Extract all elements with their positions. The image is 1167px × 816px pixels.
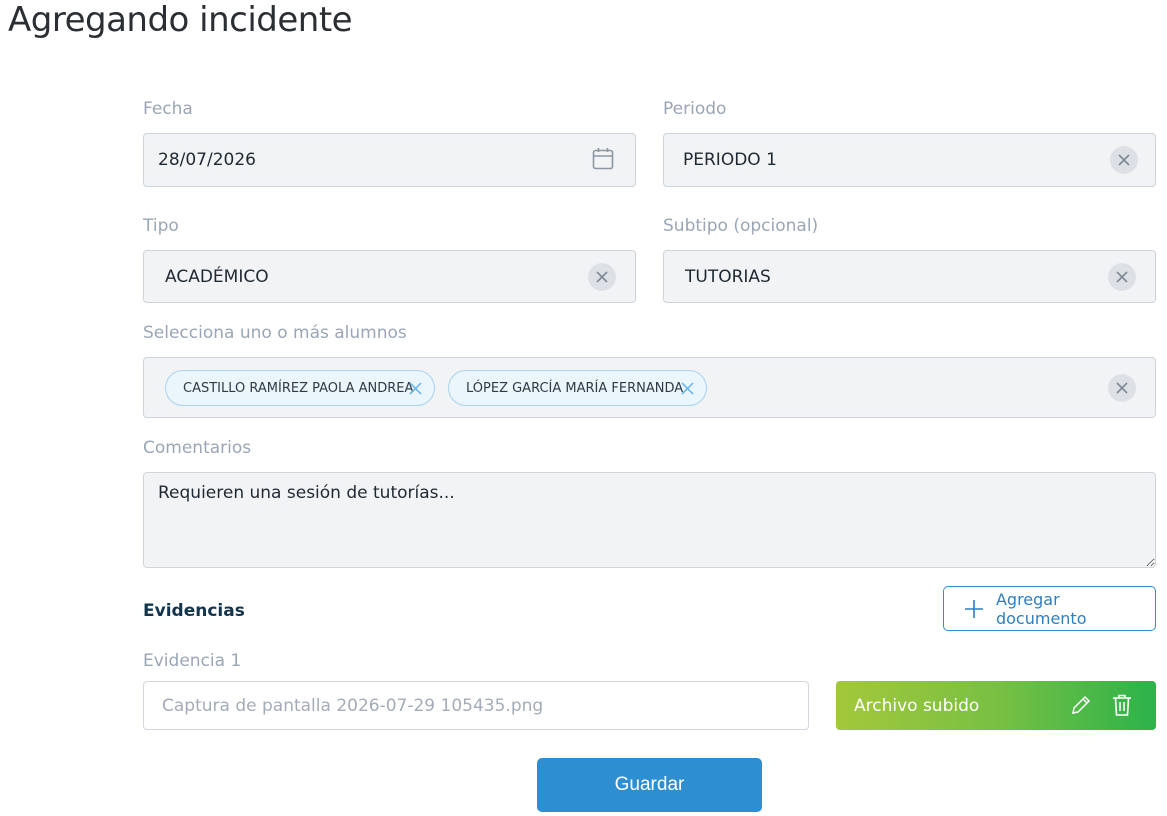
periodo-value: PERIODO 1 — [683, 150, 777, 170]
pencil-icon[interactable] — [1069, 693, 1093, 717]
alumnos-label: Selecciona uno o más alumnos — [143, 323, 407, 343]
tipo-value: ACADÉMICO — [165, 266, 269, 287]
comentarios-textarea[interactable]: Requieren una sesión de tutorías... — [143, 472, 1156, 568]
comentarios-label: Comentarios — [143, 438, 252, 458]
periodo-select[interactable]: PERIODO 1 — [663, 133, 1156, 187]
fecha-field[interactable]: 28/07/2026 — [143, 133, 636, 187]
add-document-button[interactable]: Agregar documento — [943, 586, 1156, 631]
subtipo-label: Subtipo (opcional) — [663, 216, 819, 236]
evidencias-title: Evidencias — [143, 601, 245, 621]
alumnos-multiselect[interactable]: CASTILLO RAMÍREZ PAOLA ANDREA LÓPEZ GARC… — [143, 357, 1156, 418]
tipo-clear-icon[interactable] — [588, 263, 616, 291]
evidencia-file-name: Captura de pantalla 2026-07-29 105435.pn… — [162, 695, 544, 716]
alumnos-clear-icon[interactable] — [1108, 374, 1136, 402]
chip-remove-icon[interactable] — [408, 381, 423, 396]
fecha-value: 28/07/2026 — [158, 150, 256, 170]
trash-icon[interactable] — [1110, 693, 1134, 717]
subtipo-value: TUTORIAS — [685, 266, 771, 287]
fecha-label: Fecha — [143, 99, 193, 119]
periodo-label: Periodo — [663, 99, 727, 119]
subtipo-select[interactable]: TUTORIAS — [663, 250, 1156, 303]
add-document-label: Agregar documento — [995, 589, 1087, 628]
upload-status-label: Archivo subido — [854, 695, 980, 716]
periodo-clear-icon[interactable] — [1110, 146, 1138, 174]
student-chip: LÓPEZ GARCÍA MARÍA FERNANDA — [448, 370, 707, 406]
evidencia-file-input[interactable]: Captura de pantalla 2026-07-29 105435.pn… — [143, 681, 809, 730]
evidencia-label: Evidencia 1 — [143, 651, 242, 671]
chip-remove-icon[interactable] — [680, 381, 695, 396]
student-chip-label: LÓPEZ GARCÍA MARÍA FERNANDA — [466, 380, 684, 396]
plus-icon — [964, 599, 983, 618]
calendar-icon[interactable] — [592, 147, 614, 171]
save-button[interactable]: Guardar — [537, 758, 762, 812]
tipo-label: Tipo — [143, 216, 179, 236]
subtipo-clear-icon[interactable] — [1108, 263, 1136, 291]
tipo-select[interactable]: ACADÉMICO — [143, 250, 636, 303]
student-chip: CASTILLO RAMÍREZ PAOLA ANDREA — [165, 370, 435, 406]
student-chip-label: CASTILLO RAMÍREZ PAOLA ANDREA — [183, 380, 414, 396]
page-title: Agregando incidente — [8, 0, 353, 40]
upload-status-bar: Archivo subido — [836, 681, 1156, 730]
